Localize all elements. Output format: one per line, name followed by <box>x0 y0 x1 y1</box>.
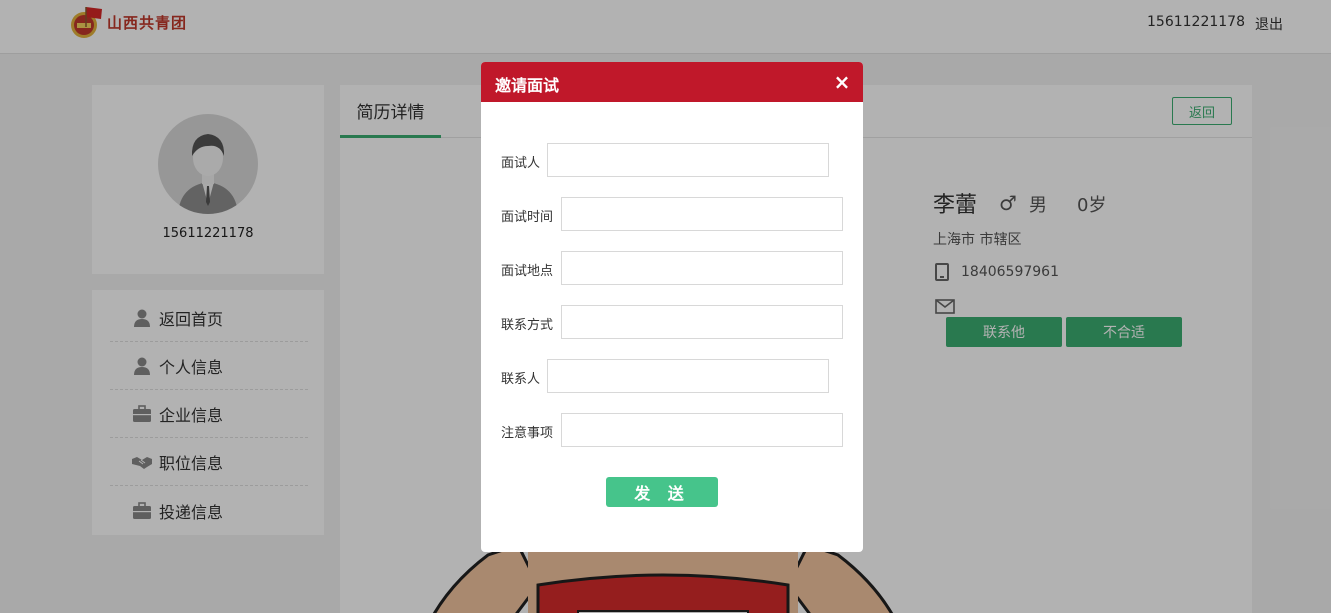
dialog-title: 邀请面试 <box>495 76 560 95</box>
interview-time-label: 面试时间 <box>501 210 554 225</box>
notes-input[interactable] <box>561 413 843 447</box>
contact-person-input[interactable] <box>547 359 829 393</box>
contact-person-label: 联系人 <box>501 372 541 387</box>
interviewer-input[interactable] <box>547 143 829 177</box>
contact-method-label: 联系方式 <box>501 318 554 333</box>
notes-label: 注意事项 <box>501 426 554 441</box>
send-button[interactable]: 发 送 <box>606 477 718 507</box>
dialog-header: 邀请面试 × <box>481 62 863 102</box>
contact-method-input[interactable] <box>561 305 843 339</box>
invite-interview-dialog: 邀请面试 × 面试人 面试时间 面试地点 联系方式 联系人 注意事项 发 送 <box>481 62 863 552</box>
interviewer-label: 面试人 <box>501 156 541 171</box>
interview-time-input[interactable] <box>561 197 843 231</box>
interview-location-label: 面试地点 <box>501 264 554 279</box>
close-icon[interactable]: × <box>833 72 851 92</box>
interview-location-input[interactable] <box>561 251 843 285</box>
